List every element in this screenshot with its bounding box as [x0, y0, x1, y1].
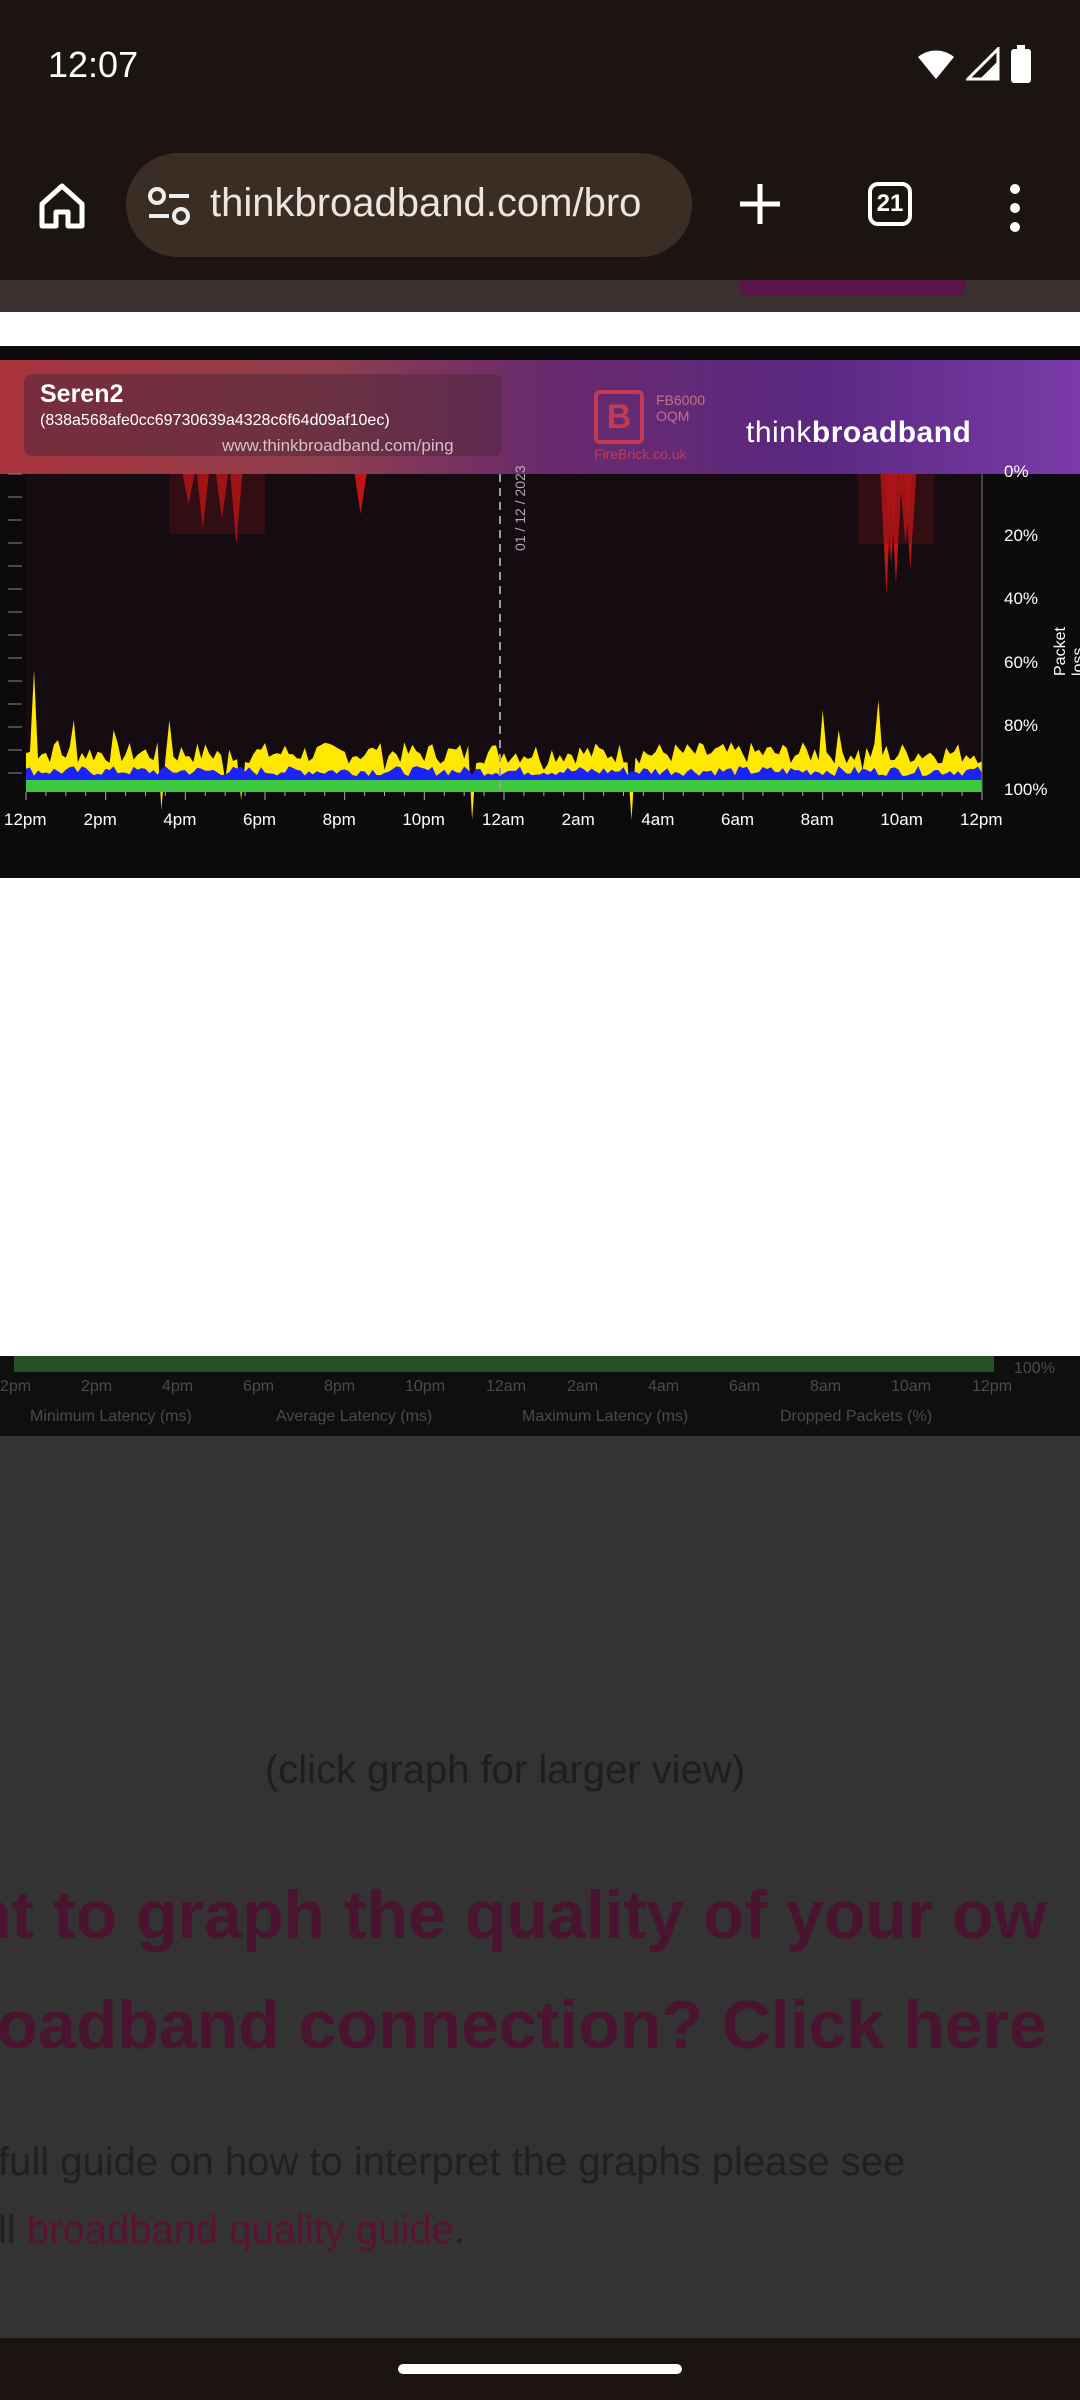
dim-x-tick: 4pm — [162, 1378, 194, 1395]
dim-x-tick: 6pm — [243, 1378, 275, 1395]
packet-tick-label: 80% — [1004, 716, 1039, 736]
headline-line-1[interactable]: nt to graph the quality of your ow — [0, 1876, 1047, 1954]
tab-switcher-button[interactable]: 21 — [868, 182, 912, 226]
firebrick-text: FB6000 OQM — [656, 392, 706, 424]
site-settings-icon[interactable] — [146, 183, 192, 229]
dim-x-tick: 2pm — [0, 1378, 32, 1395]
dim-pct: 100% — [1014, 1360, 1055, 1377]
dim-legend-item: Dropped Packets (%) — [780, 1408, 933, 1425]
address-bar[interactable]: thinkbroadband.com/bro — [126, 153, 692, 257]
dim-graph-preview: 2pm 2pm 4pm 6pm 8pm 10pm 12am 2am 4am 6am 8am 10am 1… — [0, 1356, 1080, 1436]
graph-date: 01 / 12 / 2023 — [512, 465, 528, 551]
x-tick-label: 6pm — [243, 810, 277, 829]
min-latency-area — [26, 780, 982, 792]
battery-icon — [1011, 45, 1031, 83]
home-gesture-pill[interactable] — [398, 2364, 682, 2374]
dropped-glow — [857, 474, 935, 544]
dim-legend-item: Average Latency (ms) — [276, 1408, 433, 1425]
graph-title: Seren2 — [40, 380, 124, 408]
thinkbroadband-logo: thinkbroadband — [746, 416, 972, 449]
x-tick-label: 10pm — [402, 810, 445, 829]
graph-caption: (click graph for larger view) — [264, 1748, 746, 1792]
more-menu-icon[interactable] — [1000, 180, 1030, 236]
wifi-icon — [918, 50, 954, 79]
dim-x-tick: 2am — [567, 1378, 599, 1395]
body-line-2: ll broadband quality guide. — [0, 2208, 466, 2252]
firebrick-site: FireBrick.co.uk — [594, 446, 687, 462]
dim-x-tick: 6am — [729, 1378, 761, 1395]
dropped-glow — [169, 474, 265, 534]
dim-overlay — [0, 1356, 1080, 2338]
dim-x-tick: 4am — [648, 1378, 680, 1395]
dim-x-tick: 10pm — [405, 1378, 446, 1395]
packet-tick-label: 20% — [1004, 525, 1039, 545]
dim-x-tick: 12pm — [972, 1378, 1013, 1395]
dim-legend-item: Minimum Latency (ms) — [30, 1408, 192, 1425]
x-tick-label: 4pm — [163, 810, 197, 829]
packet-loss-label: Packet loss — [1052, 627, 1080, 676]
firebrick-logo: B — [594, 390, 644, 444]
x-tick-label: 12am — [482, 810, 525, 829]
x-tick-label: 8pm — [322, 810, 356, 829]
x-tick-label: 4am — [641, 810, 675, 829]
dim-x-tick: 8pm — [324, 1378, 356, 1395]
x-tick-label: 12pm — [4, 810, 47, 829]
status-time: 12:07 — [48, 44, 139, 85]
quality-guide-link[interactable]: broadband quality guide — [27, 2208, 454, 2252]
cell-signal-icon — [966, 47, 1000, 81]
dim-x-tick: 2pm — [81, 1378, 113, 1395]
page-top-strip — [0, 280, 1080, 312]
graph-id: (838a568afe0cc69730639a4328c6f64d09af10e… — [40, 412, 390, 429]
dim-graph-bar — [14, 1356, 994, 1372]
x-tick-label: 2am — [561, 810, 595, 829]
dim-x-tick: 8am — [810, 1378, 842, 1395]
url-text[interactable]: thinkbroadband.com/bro — [210, 181, 641, 226]
dim-x-tick: 12am — [486, 1378, 527, 1395]
new-tab-icon[interactable] — [730, 174, 790, 234]
status-bar: 12:07 — [0, 0, 1080, 140]
body-line-1: full guide on how to interpret the graph… — [0, 2140, 906, 2184]
ping-graph[interactable]: Seren2 (838a568afe0cc69730639a4328c6f64d… — [0, 346, 1080, 878]
dim-x-tick: 10am — [891, 1378, 932, 1395]
home-icon[interactable] — [30, 174, 94, 238]
dim-legend-item: Maximum Latency (ms) — [522, 1408, 689, 1425]
headline-line-2[interactable]: roadband connection? Click here — [0, 1986, 1047, 2064]
packet-tick-label: 40% — [1004, 589, 1039, 609]
packet-tick-label: 100% — [1004, 780, 1048, 799]
page-button-partial[interactable] — [740, 280, 966, 296]
packet-tick-label: 0% — [1004, 462, 1029, 481]
browser-toolbar: thinkbroadband.com/bro 21 — [0, 140, 1080, 280]
x-tick-label: 12pm — [960, 810, 1003, 829]
gesture-nav-bar — [0, 2338, 1080, 2400]
x-tick-label: 8am — [800, 810, 834, 829]
x-tick-label: 10am — [880, 810, 923, 829]
x-tick-label: 2pm — [83, 810, 117, 829]
packet-tick-label: 60% — [1004, 652, 1039, 672]
graph-site: www.thinkbroadband.com/ping — [222, 436, 454, 455]
x-tick-label: 6am — [721, 810, 755, 829]
system-icons — [916, 44, 1032, 84]
